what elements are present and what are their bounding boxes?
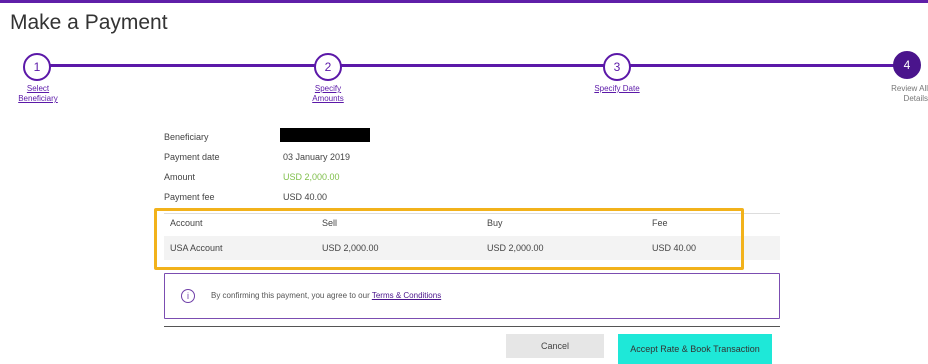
accept-rate-book-transaction-button[interactable]: Accept Rate & Book Transaction: [618, 334, 772, 364]
terms-link[interactable]: Terms & Conditions: [372, 291, 441, 300]
info-icon: i: [181, 289, 195, 303]
payment-date-value: 03 January 2019: [283, 152, 351, 162]
step-2-label-line2: Amounts: [312, 94, 344, 103]
step-2-label[interactable]: Specify Amounts: [293, 84, 363, 104]
step-3-label-line1: Specify Date: [594, 84, 640, 93]
step-4-label: Review All Details: [858, 84, 928, 104]
step-3-label[interactable]: Specify Date: [582, 84, 652, 94]
step-4-label-line1: Review All: [891, 84, 928, 93]
divider: [164, 326, 780, 327]
page-title: Make a Payment: [10, 11, 168, 34]
highlight-box: [154, 208, 744, 270]
terms-text-body: By confirming this payment, you agree to…: [211, 291, 372, 300]
amount-label: Amount: [164, 172, 196, 182]
top-border: [0, 0, 928, 3]
stepper-line: [37, 64, 905, 67]
payment-fee-value: USD 40.00: [283, 192, 328, 202]
step-1-label-line2: Beneficiary: [18, 94, 58, 103]
step-3-circle[interactable]: 3: [603, 53, 631, 81]
step-1-circle[interactable]: 1: [23, 53, 51, 81]
step-1-label-line1: Select: [26, 84, 50, 93]
step-2-label-line1: Specify: [314, 84, 342, 93]
beneficiary-redacted-value: [280, 128, 370, 142]
step-4-label-line2: Details: [903, 94, 928, 103]
payment-fee-label: Payment fee: [164, 192, 215, 202]
beneficiary-label: Beneficiary: [164, 132, 209, 142]
step-4-circle: 4: [893, 51, 921, 79]
amount-value: USD 2,000.00: [283, 172, 340, 182]
terms-text: By confirming this payment, you agree to…: [211, 291, 441, 300]
step-1-label[interactable]: Select Beneficiary: [3, 84, 73, 104]
payment-date-label: Payment date: [164, 152, 220, 162]
step-2-circle[interactable]: 2: [314, 53, 342, 81]
cancel-button[interactable]: Cancel: [506, 334, 604, 358]
